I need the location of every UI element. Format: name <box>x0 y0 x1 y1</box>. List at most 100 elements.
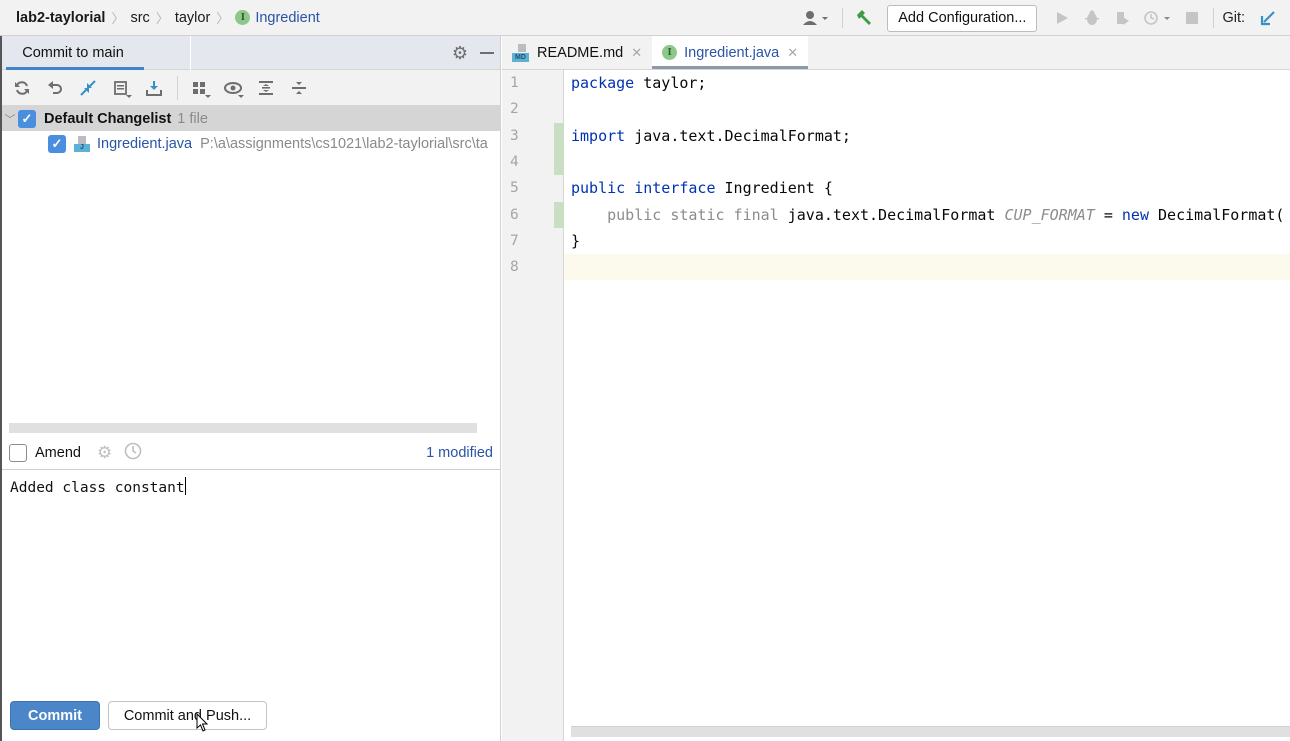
code-line[interactable]: import java.text.DecimalFormat; <box>564 123 1290 149</box>
profile-dropdown-icon[interactable] <box>1140 6 1174 30</box>
tool-window-actions: ⚙ <box>452 36 494 70</box>
view-options-eye-icon[interactable] <box>221 76 245 100</box>
interface-icon: I <box>662 45 678 60</box>
changes-horizontal-scrollbar[interactable] <box>9 423 477 433</box>
commit-toolbar <box>2 70 500 106</box>
amend-row: Amend ⚙ 1 modified <box>2 437 501 470</box>
shelve-download-icon[interactable] <box>142 76 166 100</box>
tab-label: README.md <box>537 44 624 61</box>
toolbar-divider <box>842 8 844 28</box>
git-label: Git: <box>1222 10 1245 26</box>
collapse-all-icon[interactable] <box>287 76 311 100</box>
code-token: taylor; <box>634 74 707 92</box>
vcs-change-marker[interactable] <box>554 201 564 228</box>
commit-tool-window: Commit to main ⚙ ﹀ ✓ Default Changelist … <box>0 36 501 741</box>
modified-summary-link[interactable]: 1 modified <box>426 445 493 461</box>
commit-tab-bar: Commit to main ⚙ <box>2 36 500 70</box>
refresh-icon[interactable] <box>10 76 34 100</box>
code-line[interactable]: package taylor; <box>564 70 1290 96</box>
amend-label[interactable]: Amend <box>35 445 81 461</box>
build-hammer-icon[interactable] <box>852 6 876 30</box>
markdown-file-icon: MD <box>512 43 530 62</box>
line-number: 1 <box>510 75 519 91</box>
file-path: P:\a\assignments\cs1021\lab2-taylorial\s… <box>200 135 488 152</box>
tab-ingredient-java[interactable]: I Ingredient.java ✕ <box>652 36 809 69</box>
toolbar-divider <box>177 75 178 100</box>
changelist-row[interactable]: ﹀ ✓ Default Changelist 1 file <box>2 106 500 131</box>
changelist-file-count: 1 file <box>177 110 208 127</box>
show-diff-icon[interactable] <box>76 76 100 100</box>
rollback-icon[interactable] <box>43 76 67 100</box>
minimize-icon[interactable] <box>480 52 494 54</box>
editor-horizontal-scrollbar[interactable] <box>571 726 1290 737</box>
close-icon[interactable]: ✕ <box>631 45 642 61</box>
code-line[interactable]: } <box>564 228 1290 254</box>
commit-message-text: Added class constant <box>10 480 185 496</box>
tab-commit-to-main[interactable]: Commit to main <box>2 36 144 70</box>
chevron-down-icon[interactable]: ﹀ <box>2 111 18 127</box>
changed-file-row[interactable]: ✓ J Ingredient.java P:\a\assignments\cs1… <box>2 131 500 156</box>
editor-tab-bar: MD README.md ✕ I Ingredient.java ✕ <box>502 36 1290 70</box>
interface-icon: I <box>235 10 251 25</box>
expand-all-icon[interactable] <box>254 76 278 100</box>
commit-options-gear-icon[interactable]: ⚙ <box>97 443 112 463</box>
debug-icon[interactable] <box>1080 6 1104 30</box>
code-token: import <box>571 126 626 145</box>
breadcrumb: lab2-taylorial 〉 src 〉 taylor 〉 I Ingred… <box>0 0 320 36</box>
breadcrumb-src[interactable]: src <box>130 10 149 26</box>
code-token: public <box>571 179 626 198</box>
commit-history-clock-icon[interactable] <box>124 442 142 465</box>
changelist-name: Default Changelist <box>44 110 172 127</box>
commit-message-input[interactable]: Added class constant <box>2 471 501 691</box>
line-number: 4 <box>510 153 519 170</box>
run-with-coverage-icon[interactable] <box>1110 6 1134 30</box>
tab-label: Ingredient.java <box>684 44 780 61</box>
breadcrumb-ingredient[interactable]: Ingredient <box>255 10 320 26</box>
commit-and-push-button[interactable]: Commit and Push... <box>108 701 267 730</box>
commit-button[interactable]: Commit <box>10 701 100 730</box>
main-toolbar: Add Configuration... Git: <box>796 0 1290 36</box>
stop-icon[interactable] <box>1180 6 1204 30</box>
line-number: 3 <box>510 127 519 144</box>
code-line[interactable] <box>564 254 1290 281</box>
git-update-project-icon[interactable] <box>1256 6 1280 30</box>
close-icon[interactable]: ✕ <box>787 45 798 61</box>
code-line[interactable] <box>564 149 1290 175</box>
line-number: 2 <box>510 101 519 118</box>
breadcrumb-separator-icon: 〉 <box>155 11 169 26</box>
code-token: DecimalFormat( <box>1149 205 1285 224</box>
tab-divider <box>190 36 191 70</box>
user-dropdown-icon[interactable] <box>799 6 833 30</box>
code-line[interactable]: public interface Ingredient { <box>564 175 1290 201</box>
breadcrumb-separator-icon: 〉 <box>216 11 230 26</box>
changelist-menu-icon[interactable] <box>109 76 133 100</box>
changelist-checkbox[interactable]: ✓ <box>18 109 36 128</box>
tab-readme-md[interactable]: MD README.md ✕ <box>502 36 652 69</box>
breadcrumb-project[interactable]: lab2-taylorial <box>16 10 105 26</box>
file-name[interactable]: Ingredient.java <box>97 136 192 152</box>
java-file-icon: J <box>73 135 91 153</box>
commit-buttons: Commit Commit and Push... <box>10 701 267 730</box>
vcs-change-marker[interactable] <box>554 122 564 149</box>
code-token: interface <box>634 179 716 198</box>
line-number: 8 <box>510 259 519 276</box>
code-line[interactable]: public static final java.text.DecimalFor… <box>564 202 1290 228</box>
code-line[interactable] <box>564 96 1290 122</box>
code-token: package <box>571 74 635 92</box>
line-number-gutter: 1 2 3 4 5 6 7 8 <box>502 70 564 741</box>
group-by-icon[interactable] <box>188 76 212 100</box>
run-icon[interactable] <box>1050 6 1074 30</box>
amend-checkbox[interactable] <box>9 444 27 462</box>
file-checkbox[interactable]: ✓ <box>48 134 66 153</box>
line-number: 6 <box>510 206 519 223</box>
code-token: java.text.DecimalFormat; <box>625 126 851 145</box>
vcs-change-marker[interactable] <box>554 148 564 176</box>
add-configuration-button[interactable]: Add Configuration... <box>887 4 1038 32</box>
code-editor[interactable]: package taylor; import java.text.DecimalF… <box>564 70 1290 741</box>
line-number: 5 <box>510 180 519 197</box>
gear-icon[interactable]: ⚙ <box>452 43 468 64</box>
toolbar-divider <box>1213 8 1215 28</box>
code-token: new <box>1121 205 1149 224</box>
breadcrumb-taylor[interactable]: taylor <box>175 10 210 26</box>
editor-area: MD README.md ✕ I Ingredient.java ✕ 1 2 3 4 5… <box>502 36 1290 741</box>
